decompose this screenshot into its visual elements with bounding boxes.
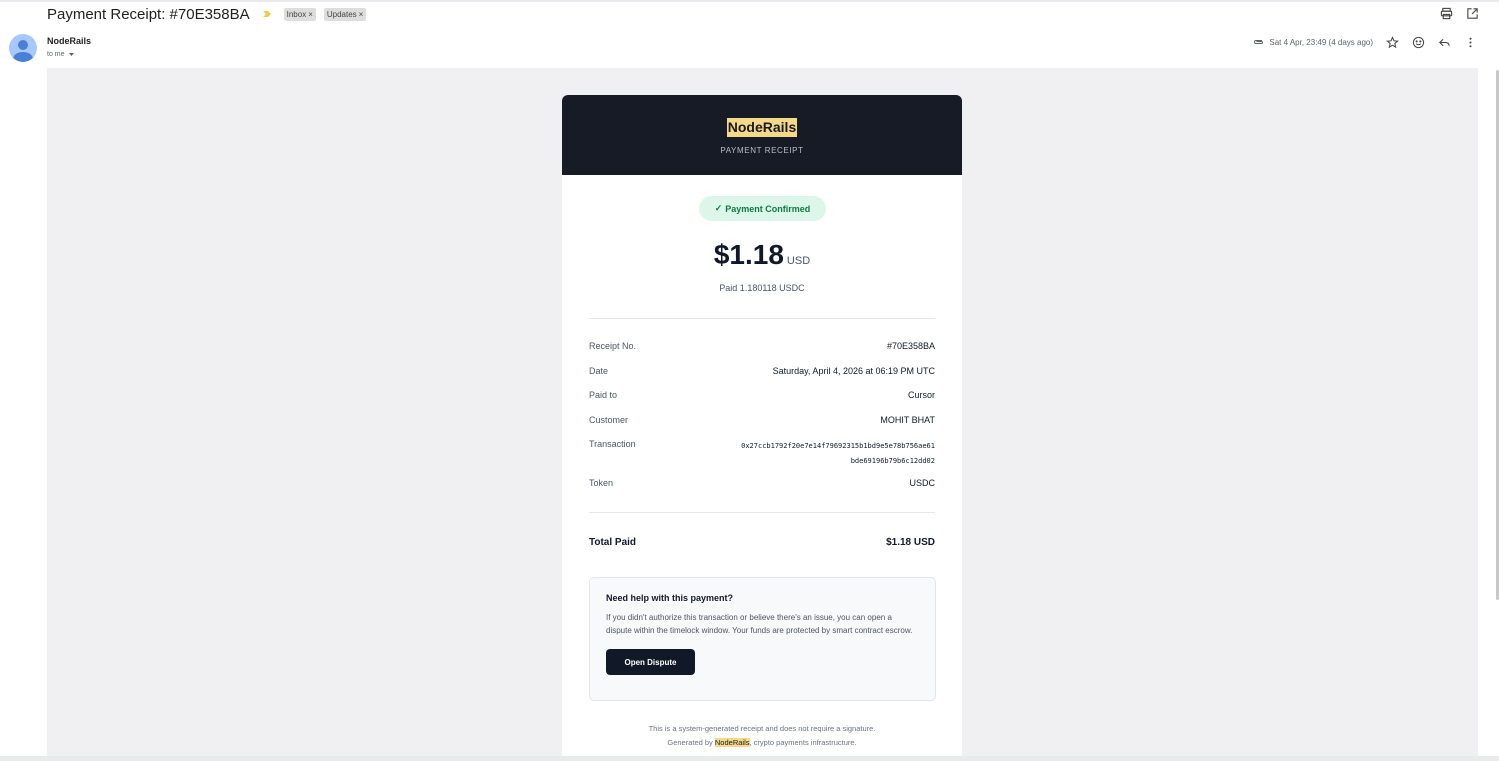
importance-icon[interactable]: [262, 9, 272, 19]
avatar[interactable]: [9, 34, 37, 62]
help-title: Need help with this payment?: [606, 593, 734, 603]
detail-row-receipt-no: Receipt No. #70E358BA: [589, 341, 935, 351]
detail-value: USDC: [909, 478, 935, 488]
top-border: [0, 0, 1499, 2]
remove-label-icon[interactable]: ×: [308, 10, 313, 19]
status-badge: ✓ Payment Confirmed: [699, 196, 826, 221]
transaction-hash-line-1: 0x27ccb1792f20e7e14f79692315b1bd9e5e78b7…: [741, 442, 935, 450]
emoji-icon[interactable]: [1411, 35, 1425, 49]
header-subtitle: PAYMENT RECEIPT: [720, 146, 804, 155]
reply-icon[interactable]: [1437, 35, 1451, 49]
divider: [589, 318, 935, 319]
status-text: Payment Confirmed: [725, 203, 811, 214]
footer-note: This is a system-generated receipt and d…: [648, 724, 876, 733]
detail-value: Cursor: [907, 390, 935, 400]
more-vert-icon[interactable]: [1463, 35, 1477, 49]
divider: [589, 512, 935, 513]
detail-value: Saturday, April 4, 2026 at 06:19 PM UTC: [772, 366, 935, 376]
open-in-new-icon[interactable]: [1465, 6, 1479, 20]
footer-prefix: Generated by: [667, 738, 715, 747]
footer-brand: NodeRails: [714, 738, 750, 747]
transaction-hash[interactable]: 0x27ccb1792f20e7e14f79692315b1bd9e5e78b7…: [741, 439, 935, 469]
message-date: Sat 4 Apr, 23:49 (4 days ago): [1269, 37, 1373, 47]
detail-key: Customer: [589, 415, 629, 425]
date-area: Sat 4 Apr, 23:49 (4 days ago): [1253, 38, 1373, 47]
detail-value: #70E358BA: [886, 341, 935, 351]
total-value: $1.18 USD: [886, 537, 935, 548]
check-icon: ✓: [714, 203, 723, 213]
email-subject: Payment Receipt: #70E358BA: [47, 5, 250, 23]
transaction-hash-line-2: bde69196b79b6c12dd02: [850, 457, 935, 465]
bottom-border: [0, 756, 1499, 761]
chevron-down-icon[interactable]: [68, 51, 75, 58]
receipt-header: NodeRails PAYMENT RECEIPT: [562, 95, 962, 175]
detail-key: Date: [589, 366, 609, 376]
help-body: If you didn't authorize this transaction…: [606, 613, 913, 635]
detail-key: Receipt No.: [589, 341, 637, 351]
detail-row-transaction: Transaction 0x27ccb1792f20e7e14f79692315…: [589, 439, 935, 469]
paid-token-line: Paid 1.180118 USDC: [719, 283, 805, 293]
brand-logo: NodeRails: [726, 118, 798, 137]
amount-value: $1.18: [713, 239, 784, 270]
remove-label-icon[interactable]: ×: [359, 10, 364, 19]
detail-key: Paid to: [589, 390, 618, 400]
label-chip-updates[interactable]: Updates ×: [323, 7, 367, 21]
label-chip-inbox[interactable]: Inbox ×: [283, 7, 316, 21]
detail-key: Transaction: [589, 439, 636, 449]
detail-value: MOHIT BHAT: [880, 415, 935, 425]
attachment-icon: [1254, 40, 1264, 44]
detail-key: Token: [589, 478, 614, 488]
footer-generated-by: Generated by NodeRails, crypto payments …: [562, 738, 962, 747]
detail-row-date: Date Saturday, April 4, 2026 at 06:19 PM…: [589, 366, 935, 376]
amount-currency: USD: [786, 255, 811, 267]
recipient-details[interactable]: to me: [47, 51, 75, 58]
sender-name[interactable]: NodeRails: [47, 36, 91, 46]
print-icon[interactable]: [1439, 6, 1453, 20]
total-label: Total Paid: [589, 537, 637, 548]
subject-row: Payment Receipt: #70E358BA Inbox × Updat…: [47, 4, 367, 24]
label-chip-text: Inbox: [286, 9, 307, 19]
detail-row-customer: Customer MOHIT BHAT: [589, 415, 935, 425]
footer-suffix: , crypto payments infrastructure.: [749, 738, 857, 747]
amount-display: $1.18 USD: [562, 239, 962, 271]
detail-row-paid-to: Paid to Cursor: [589, 390, 935, 400]
star-icon[interactable]: [1385, 35, 1399, 49]
message-meta: Sat 4 Apr, 23:49 (4 days ago): [1253, 35, 1477, 49]
open-dispute-button[interactable]: Open Dispute: [606, 649, 695, 675]
total-row: Total Paid $1.18 USD: [589, 537, 935, 548]
help-box: Need help with this payment? If you didn…: [589, 577, 936, 701]
label-chip-text: Updates: [326, 9, 357, 19]
to-me-label: to me: [47, 51, 65, 58]
top-actions: [1439, 6, 1479, 20]
detail-row-token: Token USDC: [589, 478, 935, 488]
receipt-card: NodeRails PAYMENT RECEIPT ✓ Payment Conf…: [562, 95, 962, 761]
